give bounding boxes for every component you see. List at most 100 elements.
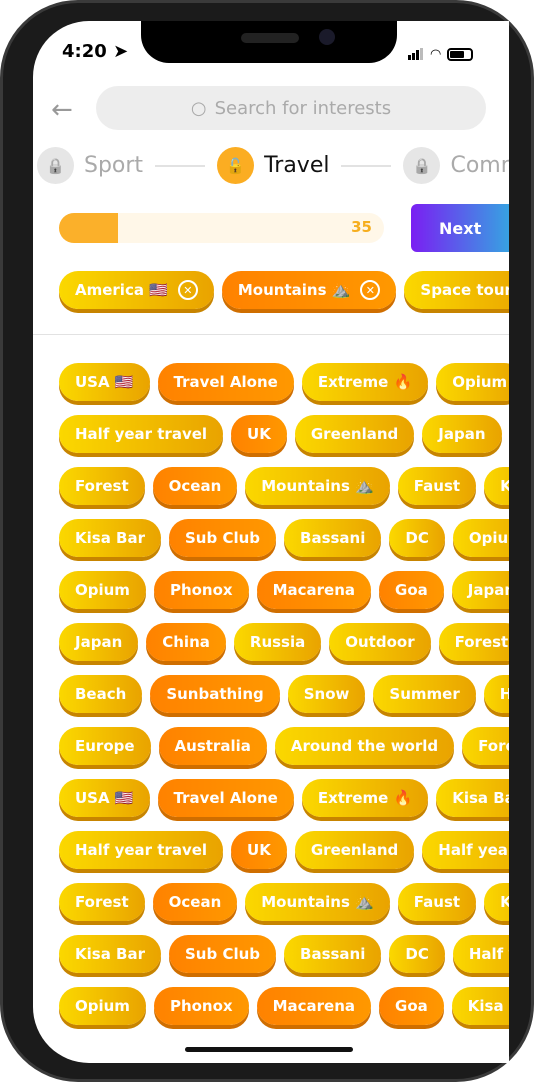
interest-chip[interactable]: Sub Club xyxy=(169,935,277,973)
interest-chip[interactable]: Ocean xyxy=(152,883,238,921)
speaker xyxy=(241,33,299,43)
step-travel[interactable]: Travel xyxy=(264,153,329,178)
interest-chip[interactable]: Forest xyxy=(438,623,509,661)
interest-row: ForestOceanMountains ⛰️Faust Kisa xyxy=(59,467,509,505)
interest-chip[interactable]: DC xyxy=(389,519,445,557)
interest-chip[interactable]: Forest xyxy=(59,883,145,921)
interest-chip[interactable]: Greenland xyxy=(294,831,415,869)
interest-chip[interactable]: Travel Alone xyxy=(157,779,294,817)
interest-row: ForestOceanMountains ⛰️Faust Kisa xyxy=(59,883,509,921)
interest-row: USA 🇺🇸 Travel Alone Extreme 🔥 Opium xyxy=(59,363,509,401)
interest-chip[interactable]: Faust xyxy=(397,467,477,505)
interest-chip[interactable]: Japan xyxy=(59,623,139,661)
interest-chip[interactable]: Mountains ⛰️ xyxy=(245,883,390,921)
search-icon: ○ xyxy=(190,97,207,119)
location-arrow-icon: ➤ xyxy=(113,41,129,62)
back-arrow-icon[interactable]: ← xyxy=(51,95,73,125)
selected-chip[interactable]: America 🇺🇸 ✕ xyxy=(59,271,214,309)
interest-row: OpiumPhonoxMacarenaGoaJapan xyxy=(59,571,509,609)
lock-icon: 🔒 xyxy=(37,147,74,184)
chip-label: Space touri xyxy=(420,281,509,299)
interest-chip[interactable]: Faust xyxy=(397,883,477,921)
progress-fill xyxy=(59,213,118,243)
interest-chip[interactable]: Mountains ⛰️ xyxy=(245,467,390,505)
interest-chip[interactable]: Summer xyxy=(373,675,476,713)
interest-row: USA 🇺🇸Travel AloneExtreme 🔥Kisa Bar xyxy=(59,779,509,817)
interest-chip[interactable]: Greenland xyxy=(294,415,415,453)
interest-chip[interactable]: Sunbathing xyxy=(150,675,280,713)
interest-chip[interactable]: UK xyxy=(231,415,287,453)
interest-chip[interactable]: Japan xyxy=(422,415,502,453)
chip-label: Mountains ⛰️ xyxy=(237,281,351,299)
interest-chip[interactable]: Kisa xyxy=(484,883,509,921)
interest-chip[interactable]: Outdoor xyxy=(329,623,431,661)
interest-chip[interactable]: Bassani xyxy=(284,519,382,557)
next-button[interactable]: Next xyxy=(411,204,509,252)
interest-chip[interactable]: Half year travel xyxy=(59,831,224,869)
wifi-icon: ◠ xyxy=(430,47,442,62)
interest-chip[interactable]: Phonox xyxy=(153,987,249,1025)
interest-chip[interactable]: Half ye xyxy=(452,935,509,973)
interest-grid: USA 🇺🇸 Travel Alone Extreme 🔥 Opium Half yea… xyxy=(59,363,509,1039)
interest-chip[interactable]: Opium xyxy=(452,519,509,557)
interest-chip[interactable]: Sub Club xyxy=(169,519,277,557)
interest-chip[interactable]: Extreme 🔥 xyxy=(301,363,429,401)
interest-chip[interactable]: Ocean xyxy=(152,467,238,505)
screen: 4:20 ➤ ◠ ← ○ Search for interests 🔒 Sport… xyxy=(33,21,509,1063)
interest-chip[interactable]: Kisa Bar xyxy=(59,519,161,557)
interest-chip[interactable]: Europe xyxy=(59,727,151,765)
interest-chip[interactable]: DC xyxy=(389,935,445,973)
interest-chip[interactable]: Macarena xyxy=(256,571,372,609)
interest-chip[interactable]: China xyxy=(146,623,226,661)
interest-chip[interactable]: Kisa Bar xyxy=(436,779,509,817)
interest-chip[interactable]: Forest xyxy=(59,467,145,505)
interest-chip[interactable]: Kisa Bar xyxy=(59,935,161,973)
interest-chip[interactable]: Russia xyxy=(233,623,322,661)
selected-chip[interactable]: Space touri xyxy=(404,271,509,309)
interest-chip[interactable]: Kisa Ba xyxy=(451,987,509,1025)
interest-chip[interactable]: Phonox xyxy=(153,571,249,609)
signal-icon xyxy=(408,45,424,64)
interest-row: Kisa BarSub ClubBassaniDCHalf ye xyxy=(59,935,509,973)
interest-chip[interactable]: Snow xyxy=(287,675,366,713)
interest-chip[interactable]: Goa xyxy=(379,571,444,609)
interest-row: EuropeAustraliaAround the worldForest xyxy=(59,727,509,765)
progress-bar: 35 xyxy=(59,213,384,243)
interest-chip[interactable]: Japan xyxy=(451,571,509,609)
interest-chip[interactable]: USA 🇺🇸 xyxy=(59,779,150,817)
interest-row: Kisa BarSub ClubBassaniDCOpium xyxy=(59,519,509,557)
interest-chip[interactable]: Goa xyxy=(379,987,444,1025)
interest-chip[interactable]: Extreme 🔥 xyxy=(301,779,429,817)
interest-chip[interactable]: Opium xyxy=(59,987,146,1025)
step-connector xyxy=(341,164,392,167)
status-time: 4:20 ➤ xyxy=(62,41,129,62)
category-stepper: 🔒 Sport 🔓 Travel 🔒 Comm xyxy=(37,147,509,184)
interest-chip[interactable]: Macarena xyxy=(256,987,372,1025)
camera xyxy=(319,29,335,45)
interest-chip[interactable]: Half year tra xyxy=(422,831,509,869)
selected-chip[interactable]: Mountains ⛰️ ✕ xyxy=(221,271,397,309)
step-comm[interactable]: Comm xyxy=(450,153,509,178)
home-indicator[interactable] xyxy=(185,1047,353,1052)
search-input[interactable]: ○ Search for interests xyxy=(96,86,486,130)
phone-frame: 4:20 ➤ ◠ ← ○ Search for interests 🔒 Sport… xyxy=(0,0,534,1082)
interest-chip[interactable]: Kisa xyxy=(484,467,509,505)
interest-chip[interactable]: Forest xyxy=(462,727,509,765)
interest-chip[interactable]: Travel Alone xyxy=(157,363,294,401)
interest-chip[interactable]: UK xyxy=(231,831,287,869)
interest-chip[interactable]: USA 🇺🇸 xyxy=(59,363,150,401)
chip-label: America 🇺🇸 xyxy=(75,281,168,299)
interest-chip[interactable]: Bassani xyxy=(284,935,382,973)
interest-chip[interactable]: Opium xyxy=(59,571,146,609)
interest-chip[interactable]: Half year travel xyxy=(59,415,224,453)
lock-icon: 🔒 xyxy=(403,147,441,184)
interest-chip[interactable]: Opium xyxy=(436,363,509,401)
interest-chip[interactable]: Ha xyxy=(483,675,509,713)
interest-chip[interactable]: Beach xyxy=(59,675,143,713)
unlock-icon: 🔓 xyxy=(217,147,255,184)
step-sport[interactable]: Sport xyxy=(84,153,143,178)
remove-icon[interactable]: ✕ xyxy=(177,280,198,300)
interest-chip[interactable]: Australia xyxy=(158,727,267,765)
interest-chip[interactable]: Around the world xyxy=(274,727,455,765)
remove-icon[interactable]: ✕ xyxy=(360,280,381,300)
